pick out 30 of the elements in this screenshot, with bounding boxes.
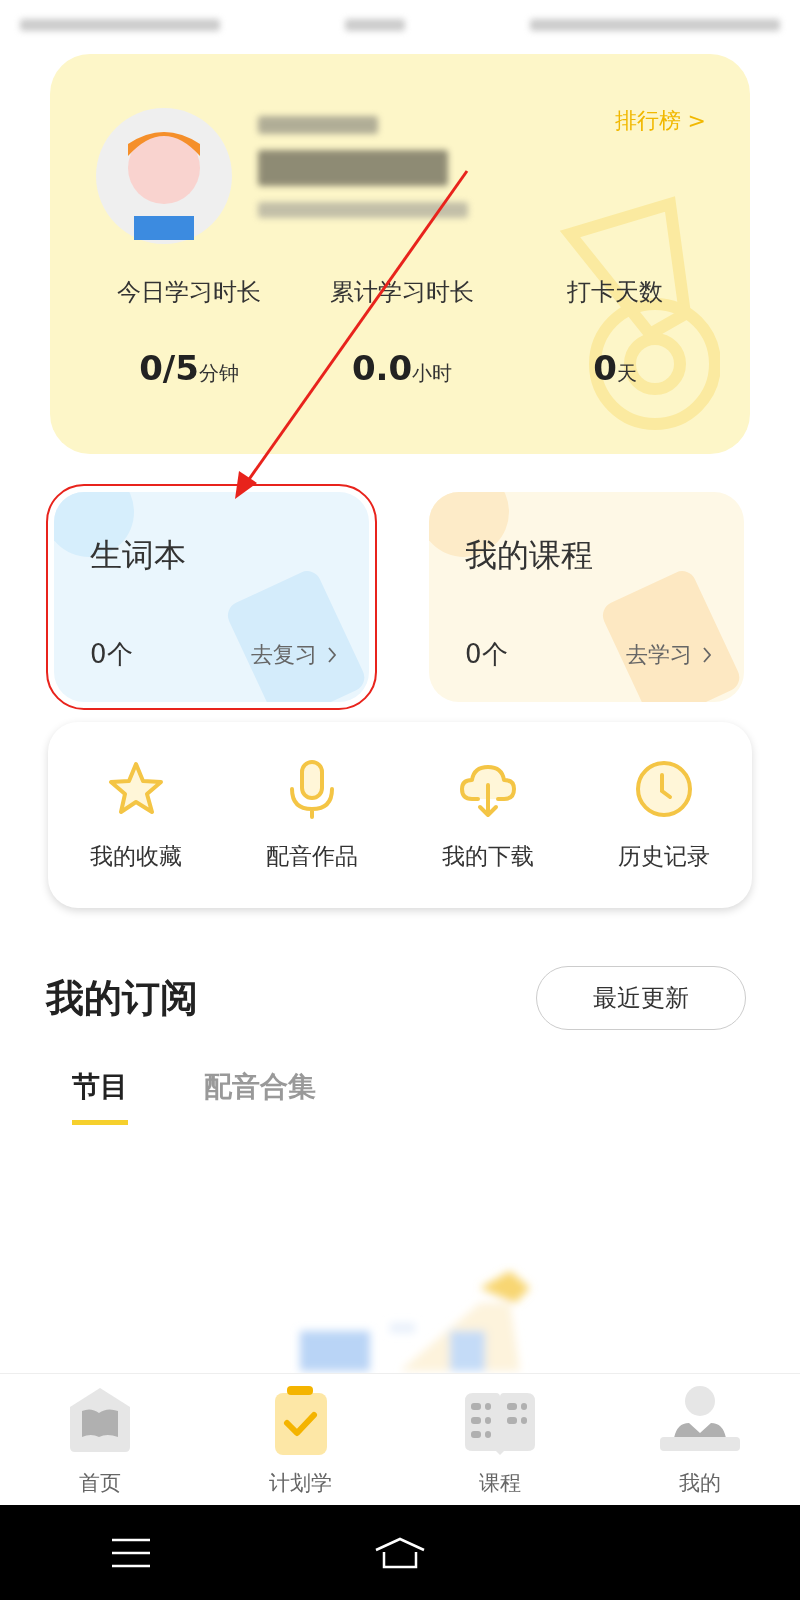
- shortcut-label[interactable]: 我的下载: [442, 840, 534, 872]
- stat-label: 打卡天数: [567, 277, 663, 308]
- shortcut-label[interactable]: 历史记录: [618, 840, 710, 872]
- shortcut-label[interactable]: 我的收藏: [90, 840, 182, 872]
- chevron-right-icon: [327, 645, 337, 664]
- clock-icon[interactable]: [634, 758, 694, 819]
- open-book-icon: [463, 1391, 537, 1455]
- card-title: 我的课程: [465, 535, 594, 576]
- item-count: 0个: [465, 638, 508, 671]
- action-link[interactable]: 去复习: [251, 639, 317, 670]
- chevron-right-icon: [702, 645, 712, 664]
- shortcut-label[interactable]: 配音作品: [266, 840, 358, 872]
- tab-bar-item[interactable]: 我的: [635, 1385, 765, 1497]
- blurred-text: [345, 19, 405, 31]
- stat-value: 0天: [593, 348, 637, 388]
- stat-value: 0/5分钟: [139, 348, 239, 388]
- course-card[interactable]: 我的课程 0个 去学习: [429, 492, 744, 702]
- tab[interactable]: 节目: [72, 1068, 128, 1125]
- tab-bar-item[interactable]: 计划学: [235, 1385, 365, 1497]
- section-title: 我的订阅: [46, 974, 198, 1022]
- card-title: 生词本: [90, 535, 187, 576]
- stat-label: 今日学习时长: [117, 277, 261, 308]
- item-count: 0个: [90, 638, 133, 671]
- action-link[interactable]: 去学习: [626, 639, 692, 670]
- tab-bar-item[interactable]: 课程: [435, 1391, 565, 1497]
- menu-icon[interactable]: [112, 1538, 150, 1568]
- home-icon[interactable]: [374, 1537, 426, 1569]
- tab-bar-item[interactable]: 首页: [35, 1385, 165, 1497]
- sort-button[interactable]: 最近更新: [536, 966, 746, 1030]
- stat-value: 0.0小时: [351, 348, 453, 388]
